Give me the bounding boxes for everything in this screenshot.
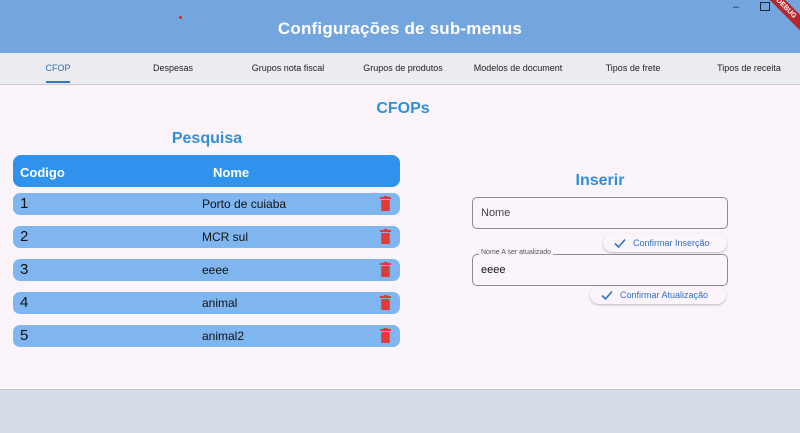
page-title: CFOPs	[376, 100, 430, 117]
search-title: Pesquisa	[171, 130, 243, 147]
update-name-label: Nome A ser atualizado	[479, 249, 554, 256]
delete-icon[interactable]	[380, 328, 391, 344]
insert-title: Inserir	[575, 172, 625, 189]
delete-icon[interactable]	[380, 262, 391, 278]
row-name: eeee	[202, 263, 229, 277]
row-code: 5	[20, 327, 29, 344]
delete-icon[interactable]	[380, 229, 391, 245]
tab-modelos-de-documento[interactable]: Modelos de document	[470, 53, 566, 84]
confirm-update-button[interactable]: Confirmar Atualização	[590, 286, 726, 304]
row-name: MCR sul	[202, 230, 249, 244]
tab-bar: CFOP Despesas Grupos nota fiscal Grupos …	[0, 53, 800, 85]
app-title: Configurações de sub-menus	[277, 19, 523, 38]
column-header-name: Nome	[213, 165, 250, 180]
name-input[interactable]: Nome	[472, 197, 728, 229]
table-header: Codigo Nome	[13, 155, 400, 187]
row-code: 3	[20, 261, 29, 278]
active-tab-indicator	[46, 81, 70, 83]
table-row[interactable]: 3 eeee	[13, 259, 400, 281]
minimize-button[interactable]: –	[733, 1, 739, 13]
row-code: 1	[20, 195, 29, 212]
row-code: 4	[20, 294, 29, 311]
column-header-code: Codigo	[20, 165, 65, 180]
table-row[interactable]: 4 animal	[13, 292, 400, 314]
tab-tipos-de-receita[interactable]: Tipos de receita	[710, 53, 788, 84]
maximize-button[interactable]	[760, 2, 770, 11]
confirm-update-label: Confirmar Atualização	[620, 290, 709, 300]
table-row[interactable]: 2 MCR sul	[13, 226, 400, 248]
delete-icon[interactable]	[380, 196, 391, 212]
table-row[interactable]: 1 Porto de cuiaba	[13, 193, 400, 215]
name-input-placeholder: Nome	[481, 207, 511, 219]
app-bar: Configurações de sub-menus –	[0, 0, 800, 53]
delete-icon[interactable]	[380, 295, 391, 311]
confirm-insert-button[interactable]: Confirmar Inserção	[603, 234, 727, 252]
row-name: Porto de cuiaba	[202, 197, 287, 211]
update-name-field[interactable]: Nome A ser atualizado eeee	[472, 249, 728, 286]
tab-cfop[interactable]: CFOP	[38, 53, 78, 84]
table-row[interactable]: 5 animal2	[13, 325, 400, 347]
tab-tipos-de-frete[interactable]: Tipos de frete	[598, 53, 668, 84]
check-icon	[601, 290, 613, 301]
row-code: 2	[20, 228, 29, 245]
check-icon	[614, 238, 626, 249]
confirm-insert-label: Confirmar Inserção	[633, 238, 710, 248]
row-name: animal2	[202, 329, 245, 343]
tab-grupos-nota-fiscal[interactable]: Grupos nota fiscal	[243, 53, 333, 84]
tab-grupos-de-produtos[interactable]: Grupos de produtos	[355, 53, 451, 84]
tab-despesas[interactable]: Despesas	[145, 53, 201, 84]
update-name-value: eeee	[481, 264, 506, 276]
row-name: animal	[202, 296, 238, 310]
